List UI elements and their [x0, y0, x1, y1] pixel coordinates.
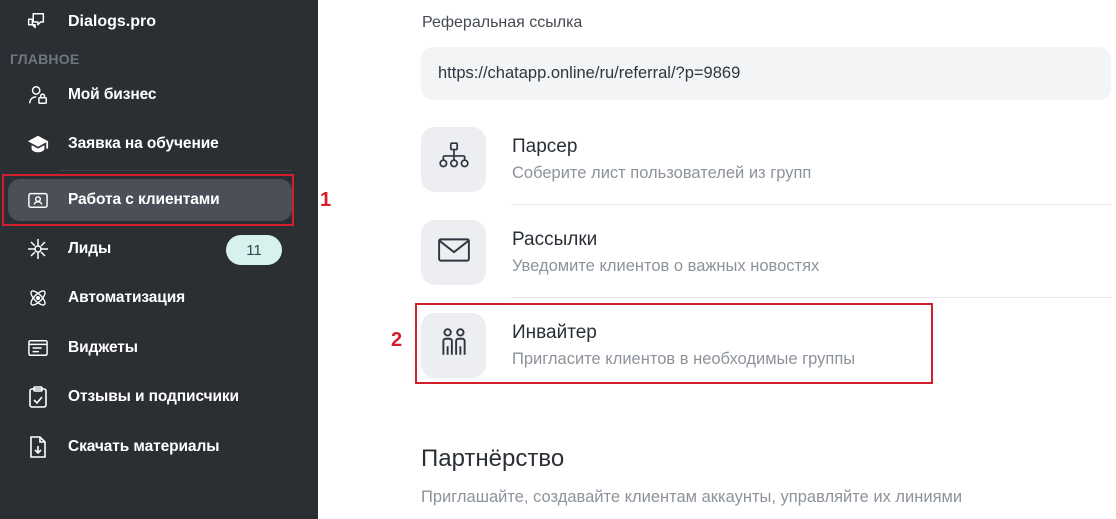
sidebar-item-label: Мой бизнес [68, 86, 157, 103]
file-download-icon [26, 435, 50, 459]
sidebar-item-my-business[interactable]: Мой бизнес [8, 74, 292, 116]
tool-card-parser[interactable]: Парсер Соберите лист пользователей из гр… [421, 126, 1111, 192]
tool-card-mailing[interactable]: Рассылки Уведомите клиентов о важных нов… [421, 219, 1111, 285]
referral-link-value: https://chatapp.online/ru/referral/?p=98… [438, 64, 741, 82]
section-title: ГЛАВНОЕ [10, 51, 80, 67]
tool-tile [421, 219, 486, 285]
referral-link-field[interactable]: https://chatapp.online/ru/referral/?p=98… [421, 47, 1111, 100]
highlight-box-2 [415, 303, 933, 384]
envelope-icon [437, 236, 471, 269]
sidebar-item-label: Автоматизация [68, 289, 186, 306]
brand[interactable]: Dialogs.pro [24, 8, 156, 36]
sidebar-item-label: Лиды [68, 240, 112, 257]
sidebar-item-label: Заявка на обучение [68, 135, 219, 152]
sidebar-item-training-request[interactable]: Заявка на обучение [8, 123, 292, 165]
atom-icon [26, 286, 50, 310]
chat-bubbles-icon [24, 10, 48, 34]
sidebar-item-automation[interactable]: Автоматизация [8, 277, 292, 319]
hierarchy-icon [437, 140, 471, 179]
divider [511, 204, 1111, 205]
sidebar-item-label: Отзывы и подписчики [68, 388, 239, 405]
sidebar-item-widgets[interactable]: Виджеты [8, 327, 292, 369]
sidebar-item-label: Скачать материалы [68, 438, 220, 455]
sidebar-divider [60, 170, 292, 171]
sidebar: Dialogs.pro ГЛАВНОЕ Мой бизнес Заявка на… [0, 0, 318, 519]
partnership-subtitle: Приглашайте, создавайте клиентам аккаунт… [421, 488, 963, 506]
partnership-title: Партнёрство [421, 445, 565, 472]
tool-subtitle: Уведомите клиентов о важных новостях [512, 256, 820, 275]
highlight-box-1 [2, 174, 294, 226]
tool-title: Рассылки [512, 228, 598, 250]
brand-label: Dialogs.pro [68, 13, 157, 30]
leads-count-badge: 11 [226, 235, 282, 265]
tool-tile [421, 126, 486, 192]
tool-subtitle: Соберите лист пользователей из групп [512, 163, 812, 182]
sidebar-item-label: Виджеты [68, 339, 138, 356]
user-lock-icon [26, 83, 50, 107]
network-icon [26, 237, 50, 261]
sidebar-item-reviews[interactable]: Отзывы и подписчики [8, 376, 292, 418]
divider [511, 297, 1111, 298]
annotation-number-1: 1 [320, 189, 332, 211]
sidebar-item-leads[interactable]: Лиды 11 [8, 228, 292, 270]
referral-label: Реферальная ссылка [422, 14, 583, 31]
annotation-number-2: 2 [391, 329, 403, 351]
clipboard-check-icon [26, 385, 50, 409]
sidebar-item-downloads[interactable]: Скачать материалы [8, 426, 292, 468]
graduation-cap-icon [26, 132, 50, 156]
tool-title: Парсер [512, 135, 578, 157]
widget-window-icon [26, 336, 50, 360]
